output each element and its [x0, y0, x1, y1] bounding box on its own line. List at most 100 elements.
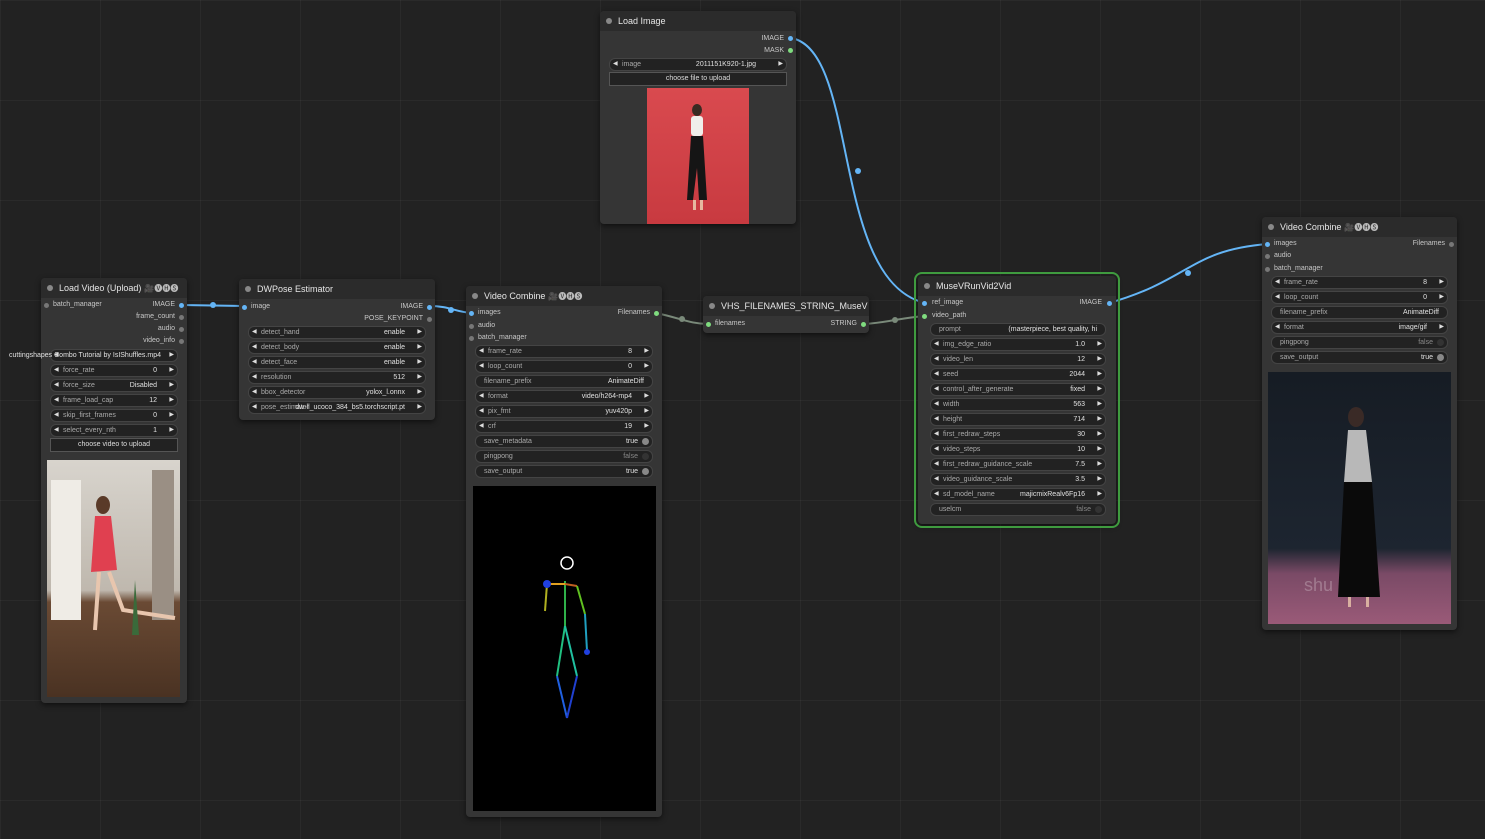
- dwpose-estimator-node[interactable]: DWPose Estimator image IMAGE POSE_KEYPOI…: [239, 279, 435, 420]
- pose-estimator-widget[interactable]: ◀ pose_estimator dw-ll_ucoco_384_bs5.torch…: [248, 401, 426, 414]
- collapse-dot-icon[interactable]: [245, 286, 251, 292]
- input-batch-manager-socket[interactable]: [44, 303, 49, 308]
- arrow-right-icon[interactable]: ▶: [1439, 322, 1444, 333]
- node-title-bar[interactable]: Video Combine 🎥🅥🅗🅢: [466, 286, 662, 306]
- arrow-left-icon[interactable]: ◀: [934, 339, 939, 350]
- crf-widget[interactable]: ◀ crf 19 ▶: [475, 420, 653, 433]
- arrow-left-icon[interactable]: ◀: [252, 387, 257, 398]
- arrow-right-icon[interactable]: ▶: [417, 402, 422, 413]
- arrow-right-icon[interactable]: ▶: [1439, 292, 1444, 303]
- arrow-right-icon[interactable]: ▶: [169, 410, 174, 421]
- toggle-off-icon[interactable]: [642, 453, 649, 460]
- frame-load-cap-widget[interactable]: ◀ frame_load_cap 12 ▶: [50, 394, 178, 407]
- arrow-left-icon[interactable]: ◀: [479, 346, 484, 357]
- node-title-bar[interactable]: MuseVRunVid2Vid: [918, 276, 1116, 296]
- choose-video-button[interactable]: choose video to upload: [50, 438, 178, 452]
- arrow-left-icon[interactable]: ◀: [479, 406, 484, 417]
- toggle-on-icon[interactable]: [642, 468, 649, 475]
- wire-reroute-dot[interactable]: [855, 168, 861, 174]
- arrow-left-icon[interactable]: ◀: [252, 327, 257, 338]
- pingpong-toggle[interactable]: pingpong false: [1271, 336, 1448, 349]
- arrow-left-icon[interactable]: ◀: [934, 369, 939, 380]
- img-edge-ratio-widget[interactable]: ◀ img_edge_ratio 1.0 ▶: [930, 338, 1106, 351]
- arrow-left-icon[interactable]: ◀: [934, 489, 939, 500]
- format-widget[interactable]: ◀ format video/h264-mp4 ▶: [475, 390, 653, 403]
- arrow-left-icon[interactable]: ◀: [1275, 322, 1280, 333]
- output-image-socket[interactable]: [1107, 301, 1112, 306]
- output-string-socket[interactable]: [861, 322, 866, 327]
- image-select-widget[interactable]: ◀ image 2011151K920-1.jpg ▶: [609, 58, 787, 71]
- arrow-right-icon[interactable]: ▶: [644, 361, 649, 372]
- arrow-left-icon[interactable]: ◀: [252, 402, 257, 413]
- arrow-left-icon[interactable]: ◀: [613, 59, 618, 70]
- toggle-on-icon[interactable]: [642, 438, 649, 445]
- arrow-left-icon[interactable]: ◀: [934, 429, 939, 440]
- width-widget[interactable]: ◀ width 563 ▶: [930, 398, 1106, 411]
- input-batch-manager-socket[interactable]: [469, 336, 474, 341]
- arrow-left-icon[interactable]: ◀: [54, 380, 59, 391]
- loop-count-widget[interactable]: ◀ loop_count 0 ▶: [475, 360, 653, 373]
- output-pose-keypoint-socket[interactable]: [427, 317, 432, 322]
- collapse-dot-icon[interactable]: [47, 285, 53, 291]
- input-audio-socket[interactable]: [1265, 254, 1270, 259]
- arrow-left-icon[interactable]: ◀: [934, 384, 939, 395]
- format-widget[interactable]: ◀ format image/gif ▶: [1271, 321, 1448, 334]
- collapse-dot-icon[interactable]: [924, 283, 930, 289]
- sd-model-name-widget[interactable]: ◀ sd_model_name majicmixRealv6Fp16 ▶: [930, 488, 1106, 501]
- input-batch-manager-socket[interactable]: [1265, 267, 1270, 272]
- arrow-left-icon[interactable]: ◀: [54, 425, 59, 436]
- arrow-right-icon[interactable]: ▶: [644, 346, 649, 357]
- arrow-right-icon[interactable]: ▶: [1097, 459, 1102, 470]
- arrow-left-icon[interactable]: ◀: [934, 444, 939, 455]
- input-ref-image-socket[interactable]: [922, 301, 927, 306]
- wire-string-to-video-path[interactable]: [864, 315, 926, 325]
- arrow-right-icon[interactable]: ▶: [1097, 429, 1102, 440]
- arrow-right-icon[interactable]: ▶: [417, 342, 422, 353]
- wire-reroute-dot[interactable]: [892, 317, 898, 323]
- input-image-socket[interactable]: [242, 305, 247, 310]
- uselcm-toggle[interactable]: uselcm false: [930, 503, 1106, 516]
- arrow-right-icon[interactable]: ▶: [644, 406, 649, 417]
- wire-load-image-to-musev[interactable]: [790, 37, 926, 304]
- arrow-right-icon[interactable]: ▶: [417, 327, 422, 338]
- arrow-right-icon[interactable]: ▶: [1097, 384, 1102, 395]
- video-len-widget[interactable]: ◀ video_len 12 ▶: [930, 353, 1106, 366]
- input-video-path-socket[interactable]: [922, 314, 927, 319]
- node-title-bar[interactable]: Load Image: [600, 11, 796, 31]
- force-size-widget[interactable]: ◀ force_size Disabled ▶: [50, 379, 178, 392]
- arrow-right-icon[interactable]: ▶: [778, 59, 783, 70]
- toggle-on-icon[interactable]: [1437, 354, 1444, 361]
- arrow-left-icon[interactable]: ◀: [934, 414, 939, 425]
- arrow-right-icon[interactable]: ▶: [1097, 414, 1102, 425]
- wire-reroute-dot[interactable]: [1185, 270, 1191, 276]
- node-title-bar[interactable]: VHS_FILENAMES_STRING_MuseV: [703, 296, 869, 316]
- load-image-node[interactable]: Load Image IMAGE MASK ◀ image 2011151K92…: [600, 11, 796, 224]
- arrow-right-icon[interactable]: ▶: [644, 421, 649, 432]
- arrow-right-icon[interactable]: ▶: [417, 372, 422, 383]
- arrow-right-icon[interactable]: ▶: [1097, 489, 1102, 500]
- arrow-left-icon[interactable]: ◀: [934, 354, 939, 365]
- arrow-right-icon[interactable]: ▶: [1097, 474, 1102, 485]
- wire-load-video-to-dwpose[interactable]: [180, 304, 245, 307]
- pix-fmt-widget[interactable]: ◀ pix_fmt yuv420p ▶: [475, 405, 653, 418]
- arrow-right-icon[interactable]: ▶: [1097, 339, 1102, 350]
- save-metadata-toggle[interactable]: save_metadata true: [475, 435, 653, 448]
- arrow-right-icon[interactable]: ▶: [1097, 444, 1102, 455]
- detect-hand-widget[interactable]: ◀ detect_hand enable ▶: [248, 326, 426, 339]
- frame-rate-widget[interactable]: ◀ frame_rate 8 ▶: [1271, 276, 1448, 289]
- filename-prefix-widget[interactable]: filename_prefix AnimateDiff: [475, 375, 653, 388]
- toggle-off-icon[interactable]: [1437, 339, 1444, 346]
- arrow-left-icon[interactable]: ◀: [934, 459, 939, 470]
- video-select-widget[interactable]: ◀ cuttingshapes Combo Tutorial by IsIShu…: [9, 349, 178, 362]
- seed-widget[interactable]: ◀ seed 2044 ▶: [930, 368, 1106, 381]
- arrow-right-icon[interactable]: ▶: [169, 395, 174, 406]
- input-filenames-socket[interactable]: [706, 322, 711, 327]
- arrow-left-icon[interactable]: ◀: [934, 399, 939, 410]
- arrow-left-icon[interactable]: ◀: [54, 410, 59, 421]
- output-frame-count-socket[interactable]: [179, 315, 184, 320]
- resolution-widget[interactable]: ◀ resolution 512 ▶: [248, 371, 426, 384]
- arrow-left-icon[interactable]: ◀: [1275, 292, 1280, 303]
- arrow-right-icon[interactable]: ▶: [1097, 399, 1102, 410]
- arrow-right-icon[interactable]: ▶: [169, 380, 174, 391]
- select-every-nth-widget[interactable]: ◀ select_every_nth 1 ▶: [50, 424, 178, 437]
